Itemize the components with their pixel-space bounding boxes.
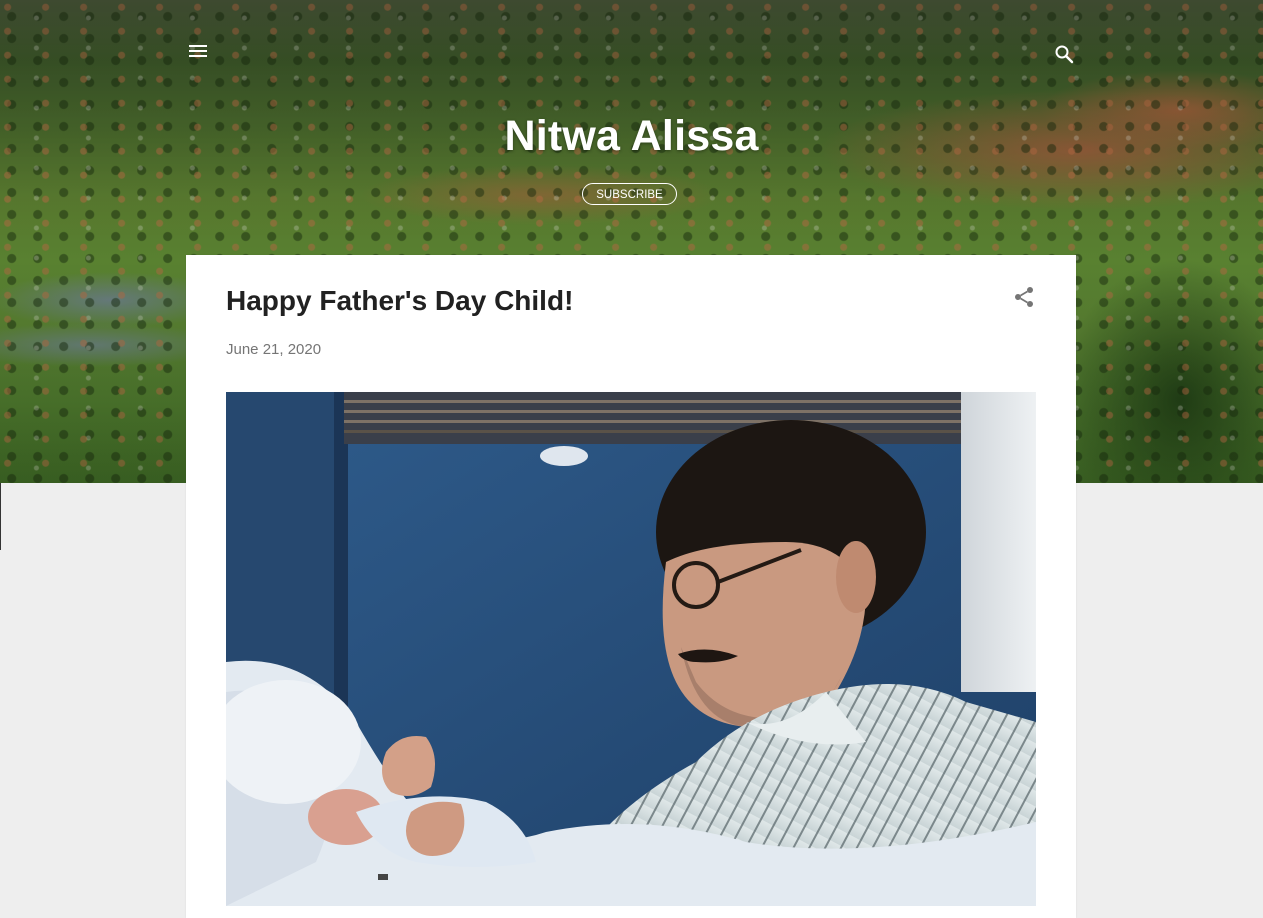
- post-title[interactable]: Happy Father's Day Child!: [226, 285, 573, 317]
- site-title[interactable]: Nitwa Alissa: [0, 112, 1263, 161]
- share-glyph: [1015, 287, 1033, 307]
- father-and-newborn-photo: [226, 392, 1036, 906]
- blog-page: Nitwa Alissa SUBSCRIBE Happy Father's Da…: [0, 0, 1263, 918]
- post-date: June 21, 2020: [226, 341, 322, 358]
- hamburger-menu-icon[interactable]: [186, 42, 210, 62]
- post-card: Happy Father's Day Child! June 21, 2020: [186, 255, 1076, 918]
- share-icon[interactable]: [1012, 285, 1036, 309]
- hamburger-menu-glyph: [189, 45, 207, 57]
- post-photo[interactable]: [226, 392, 1036, 906]
- search-icon[interactable]: [1052, 42, 1076, 66]
- subscribe-button[interactable]: SUBSCRIBE: [582, 183, 677, 205]
- search-glyph: [1055, 45, 1074, 64]
- edge-divider: [0, 483, 1, 550]
